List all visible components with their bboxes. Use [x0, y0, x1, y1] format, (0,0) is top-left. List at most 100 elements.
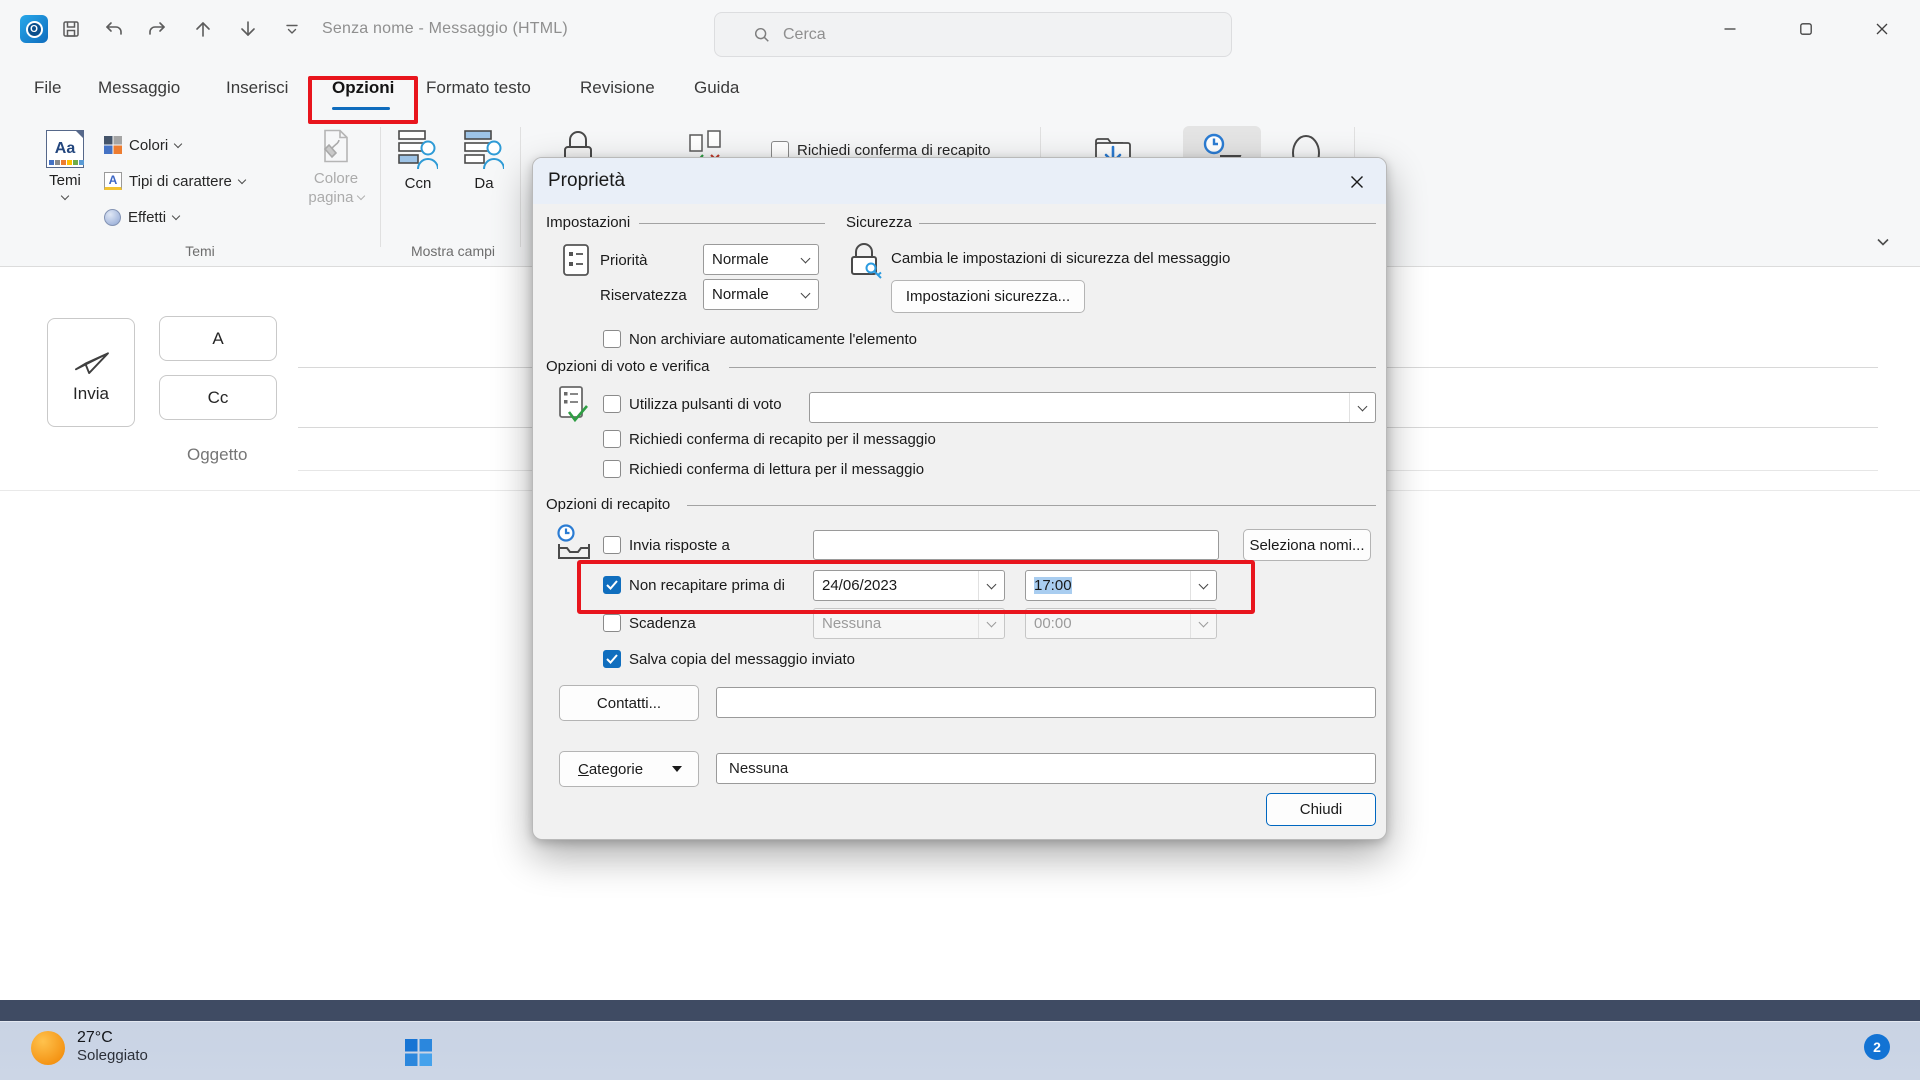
- chiudi-button[interactable]: Chiudi: [1266, 793, 1376, 826]
- cc-label: Cc: [208, 388, 229, 408]
- contatti-button[interactable]: Contatti...: [559, 685, 699, 721]
- group-divider: [380, 127, 381, 247]
- ribbon-tabs: File Messaggio Inserisci Opzioni Formato…: [0, 57, 1920, 119]
- close-icon: [1349, 174, 1365, 190]
- effects-sphere-icon: [104, 209, 121, 226]
- chevron-bar-down-icon: [284, 21, 300, 37]
- security-lock-icon: [847, 240, 883, 280]
- save-icon: [61, 19, 81, 39]
- tab-guida[interactable]: Guida: [690, 57, 743, 119]
- undo-icon: [104, 19, 124, 39]
- send-icon: [71, 342, 111, 374]
- invia-label: Invia: [73, 384, 109, 404]
- to-button[interactable]: A: [159, 316, 277, 361]
- notification-badge[interactable]: 2: [1864, 1034, 1890, 1060]
- colore-pagina-label-line1: Colore: [314, 170, 358, 187]
- utilizza-pulsanti-voto-checkbox[interactable]: [603, 395, 621, 413]
- seleziona-nomi-button[interactable]: Seleziona nomi...: [1243, 529, 1371, 561]
- temi-icon: Aa: [46, 130, 84, 168]
- chevron-down-icon: [172, 211, 180, 219]
- weather-temp: 27°C: [77, 1029, 148, 1047]
- section-voto: Opzioni di voto e verifica: [546, 358, 709, 376]
- chevron-down-icon: [174, 139, 182, 147]
- effetti-button[interactable]: Effetti: [104, 204, 179, 230]
- outlook-message-window: O Senza nome - Messaggio (HTML) Cerca: [0, 0, 1920, 1080]
- section-rule: [729, 367, 1376, 368]
- minimize-icon: [1723, 22, 1737, 36]
- move-down-button[interactable]: [237, 18, 259, 40]
- move-up-button[interactable]: [192, 18, 214, 40]
- weather-condition: Soleggiato: [77, 1047, 148, 1064]
- tipi-di-carattere-button[interactable]: A Tipi di carattere: [104, 168, 245, 194]
- collapse-ribbon-button[interactable]: [1874, 233, 1892, 251]
- invia-risposte-field[interactable]: [813, 530, 1219, 560]
- annotation-red-box-opzioni-tab: [308, 76, 418, 124]
- chevron-down-icon: [1874, 233, 1892, 251]
- section-rule: [687, 505, 1376, 506]
- page-color-icon: [321, 129, 351, 163]
- richiedi-recapito-label: Richiedi conferma di recapito: [797, 142, 990, 159]
- temi-group-caption: Temi: [168, 243, 232, 259]
- scadenza-checkbox[interactable]: [603, 614, 621, 632]
- start-button[interactable]: [405, 1039, 432, 1066]
- dialog-close-button[interactable]: [1342, 167, 1372, 197]
- dialog-title: Proprietà: [548, 170, 625, 192]
- categorie-button[interactable]: Categorie: [559, 751, 699, 787]
- colore-pagina-label-line2: pagina: [308, 189, 353, 206]
- to-label: A: [212, 329, 223, 349]
- section-impostazioni: Impostazioni: [546, 214, 630, 232]
- close-button[interactable]: [1855, 0, 1909, 57]
- cambia-sicurezza-label: Cambia le impostazioni di sicurezza del …: [891, 250, 1230, 268]
- dialog-titlebar: [533, 158, 1386, 204]
- effetti-label: Effetti: [128, 209, 166, 226]
- non-archiviare-checkbox[interactable]: [603, 330, 621, 348]
- chevron-down-icon: [800, 253, 810, 263]
- salva-copia-label: Salva copia del messaggio inviato: [629, 651, 855, 669]
- utilizza-pulsanti-voto-label: Utilizza pulsanti di voto: [629, 396, 782, 414]
- categorie-field[interactable]: Nessuna: [716, 753, 1376, 784]
- section-recapito: Opzioni di recapito: [546, 496, 670, 514]
- colori-label: Colori: [129, 137, 168, 154]
- titlebar: O Senza nome - Messaggio (HTML) Cerca: [0, 0, 1920, 57]
- save-button[interactable]: [60, 18, 82, 40]
- priorita-label: Priorità: [600, 252, 648, 270]
- invia-risposte-checkbox[interactable]: [603, 536, 621, 554]
- undo-button[interactable]: [103, 18, 125, 40]
- tab-revisione[interactable]: Revisione: [576, 57, 659, 119]
- redo-button[interactable]: [146, 18, 168, 40]
- priorita-select[interactable]: Normale: [703, 244, 819, 275]
- colori-button[interactable]: Colori: [104, 132, 181, 158]
- weather-widget[interactable]: 27°C Soleggiato: [77, 1029, 148, 1064]
- arrow-up-icon: [193, 19, 213, 39]
- arrow-down-icon: [238, 19, 258, 39]
- customize-quick-access-button[interactable]: [281, 18, 303, 40]
- conferma-recapito-checkbox[interactable]: [603, 430, 621, 448]
- colore-pagina-button[interactable]: Colore pagina: [300, 129, 372, 207]
- riservatezza-select[interactable]: Normale: [703, 279, 819, 310]
- maximize-button[interactable]: [1779, 0, 1833, 57]
- pulsanti-voto-select[interactable]: [809, 392, 1376, 423]
- salva-copia-checkbox[interactable]: [603, 650, 621, 668]
- contatti-field[interactable]: [716, 687, 1376, 718]
- invia-button[interactable]: Invia: [47, 318, 135, 427]
- temi-button[interactable]: Aa Temi: [32, 126, 98, 238]
- oggetto-label: Oggetto: [187, 445, 248, 465]
- da-label: Da: [462, 175, 506, 192]
- chevron-down-icon: [238, 175, 246, 183]
- impostazioni-sicurezza-button[interactable]: Impostazioni sicurezza...: [891, 280, 1085, 313]
- minimize-button[interactable]: [1703, 0, 1757, 57]
- tab-inserisci[interactable]: Inserisci: [222, 57, 292, 119]
- tab-formato-testo[interactable]: Formato testo: [422, 57, 535, 119]
- ccn-button[interactable]: Ccn: [396, 129, 440, 192]
- maximize-icon: [1799, 22, 1813, 36]
- conferma-recapito-label: Richiedi conferma di recapito per il mes…: [629, 431, 936, 449]
- conferma-lettura-checkbox[interactable]: [603, 460, 621, 478]
- da-button[interactable]: Da: [462, 129, 506, 192]
- search-input[interactable]: Cerca: [714, 12, 1232, 57]
- cc-button[interactable]: Cc: [159, 375, 277, 420]
- tab-file[interactable]: File: [30, 57, 65, 119]
- proprieta-dialog: Proprietà Impostazioni Sicurezza Priorit…: [532, 157, 1387, 840]
- dropdown-arrow-icon: [672, 766, 682, 772]
- da-fields-icon: [464, 129, 504, 171]
- tab-messaggio[interactable]: Messaggio: [94, 57, 184, 119]
